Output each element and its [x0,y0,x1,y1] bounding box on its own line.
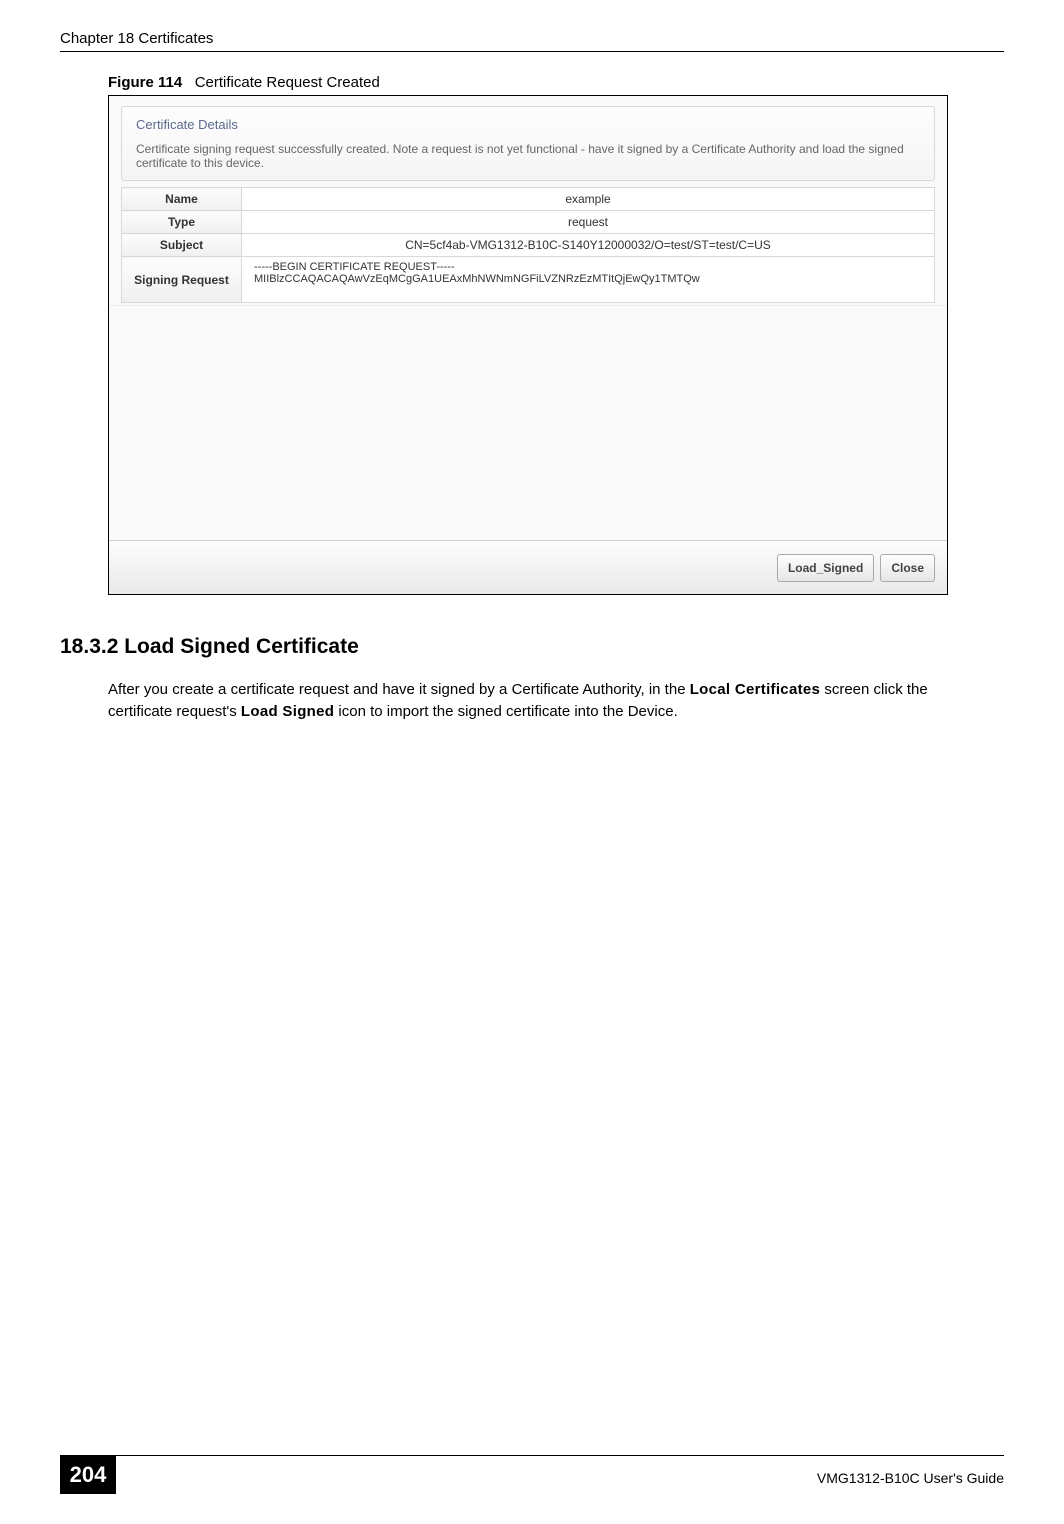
figure-label: Figure 114 [108,74,182,91]
para-pre: After you create a certificate request a… [108,681,690,698]
figure-caption-text: Certificate Request Created [195,74,380,91]
type-label: Type [122,211,242,234]
load-signed-term: Load Signed [241,703,334,720]
chapter-title: Chapter 18 Certificates [60,30,213,47]
signing-request-label: Signing Request [122,257,242,303]
subject-label: Subject [122,234,242,257]
screenshot-frame: Certificate Details Certificate signing … [108,95,948,595]
table-row: Name example [122,188,935,211]
signing-request-textarea[interactable] [250,261,926,295]
certificate-detail-table: Name example Type request Subject CN=5cf… [121,187,935,303]
panel-spacer [109,305,947,540]
local-certificates-term: Local Certificates [690,681,820,698]
figure-caption: Figure 114 Certificate Request Created [108,74,1004,91]
load-signed-button[interactable]: Load_Signed [777,554,874,582]
para-post: icon to import the signed certificate in… [334,703,678,720]
table-row: Type request [122,211,935,234]
close-button[interactable]: Close [880,554,935,582]
signing-request-cell [242,257,935,303]
type-value: request [242,211,935,234]
page-number: 204 [60,1456,116,1494]
subject-value: CN=5cf4ab-VMG1312-B10C-S140Y12000032/O=t… [242,234,935,257]
table-row: Subject CN=5cf4ab-VMG1312-B10C-S140Y1200… [122,234,935,257]
name-value: example [242,188,935,211]
chapter-header: Chapter 18 Certificates [60,30,1004,52]
certificate-details-title: Certificate Details [136,117,920,132]
certificate-details-text: Certificate signing request successfully… [136,142,920,170]
certificate-panel: Certificate Details Certificate signing … [109,96,947,594]
table-row: Signing Request [122,257,935,303]
guide-name: VMG1312-B10C User's Guide [817,1470,1004,1486]
name-label: Name [122,188,242,211]
page-footer: 204 VMG1312-B10C User's Guide [60,1455,1004,1494]
section-heading: 18.3.2 Load Signed Certificate [60,635,1004,659]
certificate-details-box: Certificate Details Certificate signing … [121,106,935,181]
section-paragraph: After you create a certificate request a… [108,679,994,723]
button-bar: Load_Signed Close [109,540,947,594]
